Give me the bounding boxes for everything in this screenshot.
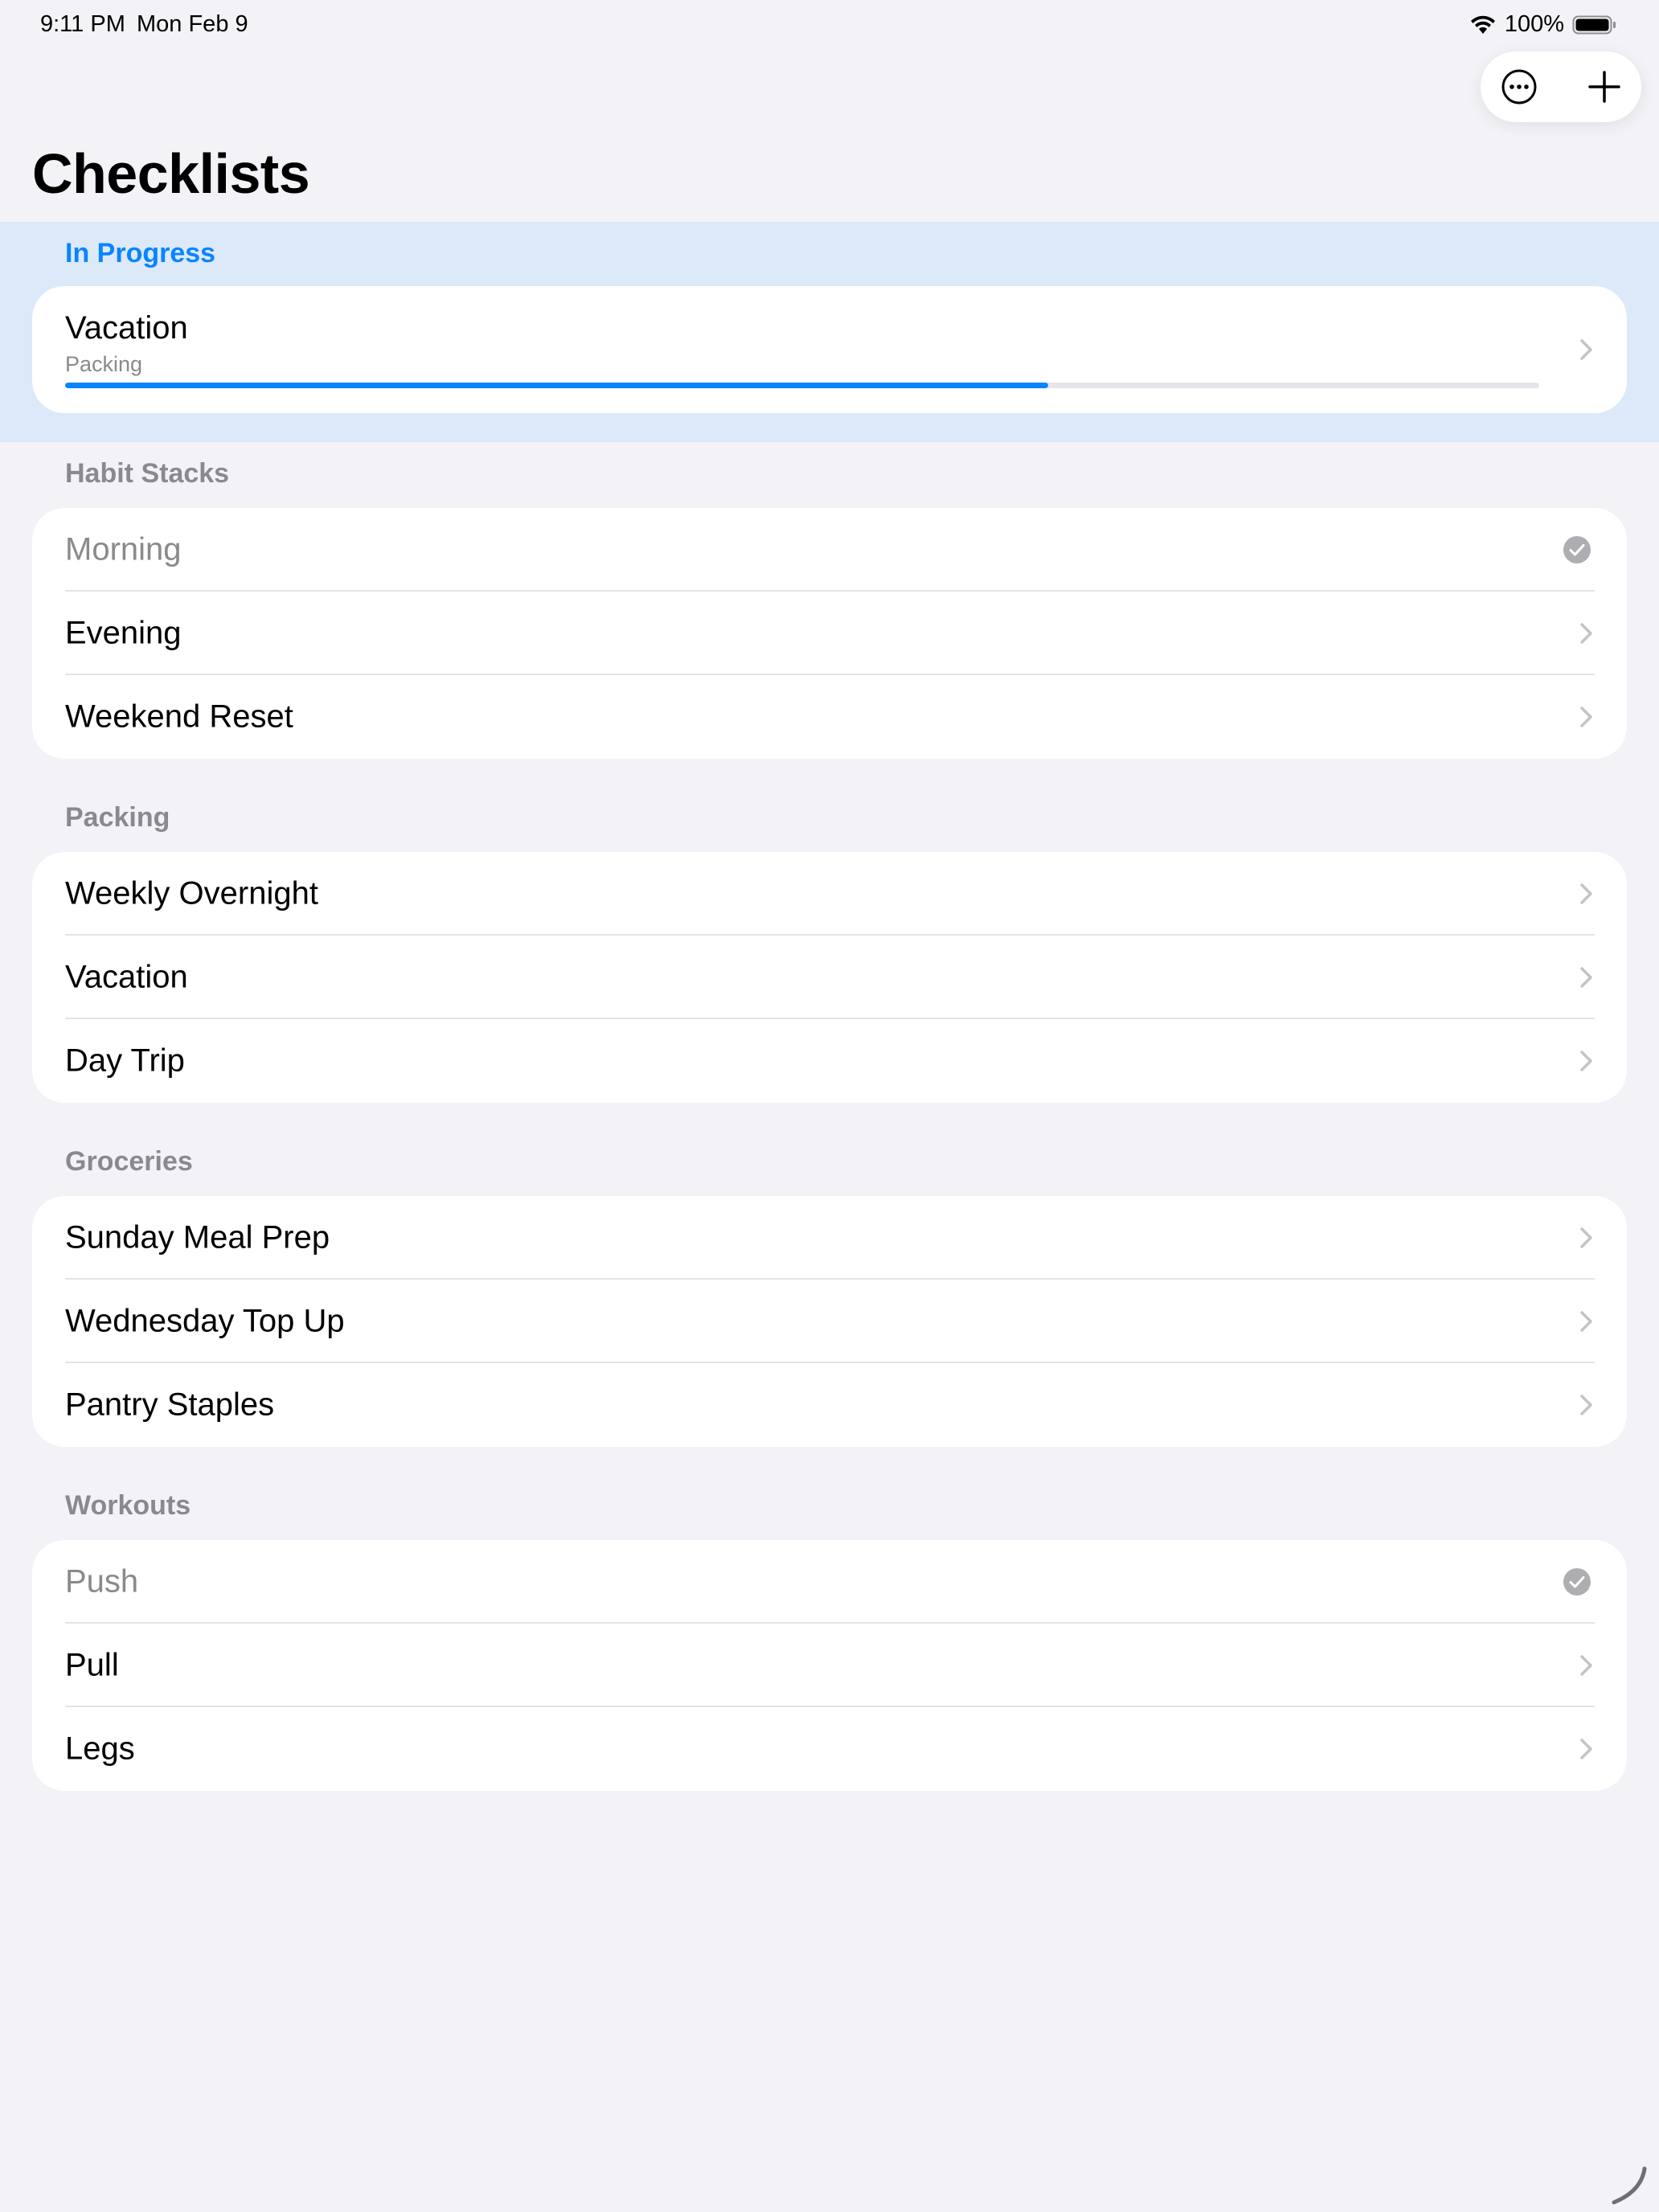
wifi-icon: [1469, 14, 1497, 35]
status-time: 9:11 PM: [40, 11, 125, 37]
list-item[interactable]: Pantry Staples: [32, 1363, 1627, 1447]
section-card-groceries: Sunday Meal Prep Wednesday Top Up Pantry…: [32, 1196, 1627, 1447]
list-item-label: Morning: [65, 531, 182, 567]
list-item-label: Pantry Staples: [65, 1387, 275, 1423]
list-item-label: Evening: [65, 615, 182, 651]
chevron-right-icon: [1580, 1655, 1592, 1676]
list-item[interactable]: Weekend Reset: [32, 675, 1627, 759]
chevron-right-icon: [1580, 1311, 1592, 1332]
list-item[interactable]: Vacation: [32, 936, 1627, 1019]
section-card-workouts: Push Pull Legs: [32, 1540, 1627, 1791]
in-progress-item[interactable]: Vacation Packing: [32, 286, 1627, 413]
toolbar: [1481, 51, 1641, 122]
list-item-label: Vacation: [65, 959, 188, 995]
section-header-habit-stacks: Habit Stacks: [65, 458, 230, 489]
chevron-right-icon: [1580, 967, 1592, 988]
battery-icon: [1572, 14, 1617, 36]
corner-resize-indicator-icon: [1612, 2166, 1647, 2205]
in-progress-item-subtitle: Packing: [65, 352, 143, 376]
list-item[interactable]: Sunday Meal Prep: [32, 1196, 1627, 1280]
chevron-right-icon: [1580, 1739, 1592, 1759]
chevron-right-icon: [1580, 623, 1592, 644]
list-item-label: Sunday Meal Prep: [65, 1219, 330, 1256]
ellipsis-circle-icon: [1501, 69, 1537, 104]
page-title: Checklists: [32, 142, 310, 205]
list-item-label: Wednesday Top Up: [65, 1303, 345, 1339]
list-item-label: Legs: [65, 1731, 135, 1767]
in-progress-item-title: Vacation: [65, 310, 188, 346]
chevron-right-icon: [1580, 339, 1592, 360]
add-button[interactable]: [1585, 68, 1624, 106]
status-date: Mon Feb 9: [137, 11, 248, 37]
list-item[interactable]: Push: [32, 1540, 1627, 1624]
chevron-right-icon: [1580, 1051, 1592, 1071]
list-item-label: Pull: [65, 1647, 119, 1683]
list-item-label: Weekly Overnight: [65, 875, 318, 911]
in-progress-header: In Progress: [65, 238, 216, 268]
chevron-right-icon: [1580, 1227, 1592, 1248]
section-header-packing: Packing: [65, 802, 170, 833]
status-bar: 9:11 PM Mon Feb 9 100%: [0, 0, 1659, 51]
section-header-groceries: Groceries: [65, 1146, 193, 1177]
list-item[interactable]: Morning: [32, 508, 1627, 592]
progress-bar: [65, 383, 1539, 388]
checkmark-circle-icon: [1563, 1568, 1591, 1596]
section-header-workouts: Workouts: [65, 1490, 191, 1521]
list-item[interactable]: Wednesday Top Up: [32, 1280, 1627, 1363]
more-button[interactable]: [1500, 68, 1538, 106]
list-item-label: Day Trip: [65, 1043, 185, 1079]
chevron-right-icon: [1580, 707, 1592, 727]
status-indicators: 100%: [1469, 11, 1617, 38]
plus-icon: [1588, 71, 1620, 103]
chevron-right-icon: [1580, 1395, 1592, 1415]
list-item-label: Weekend Reset: [65, 698, 293, 735]
chevron-right-icon: [1580, 883, 1592, 904]
progress-bar-fill: [65, 383, 1049, 388]
section-card-packing: Weekly Overnight Vacation Day Trip: [32, 852, 1627, 1103]
checkmark-circle-icon: [1563, 536, 1591, 563]
list-item-label: Push: [65, 1563, 139, 1600]
list-item[interactable]: Day Trip: [32, 1019, 1627, 1103]
list-item[interactable]: Weekly Overnight: [32, 852, 1627, 936]
list-item[interactable]: Evening: [32, 592, 1627, 675]
battery-percentage: 100%: [1504, 11, 1564, 37]
list-item[interactable]: Pull: [32, 1624, 1627, 1707]
list-item[interactable]: Legs: [32, 1707, 1627, 1791]
section-card-habit-stacks: Morning Evening Weekend Reset: [32, 508, 1627, 759]
